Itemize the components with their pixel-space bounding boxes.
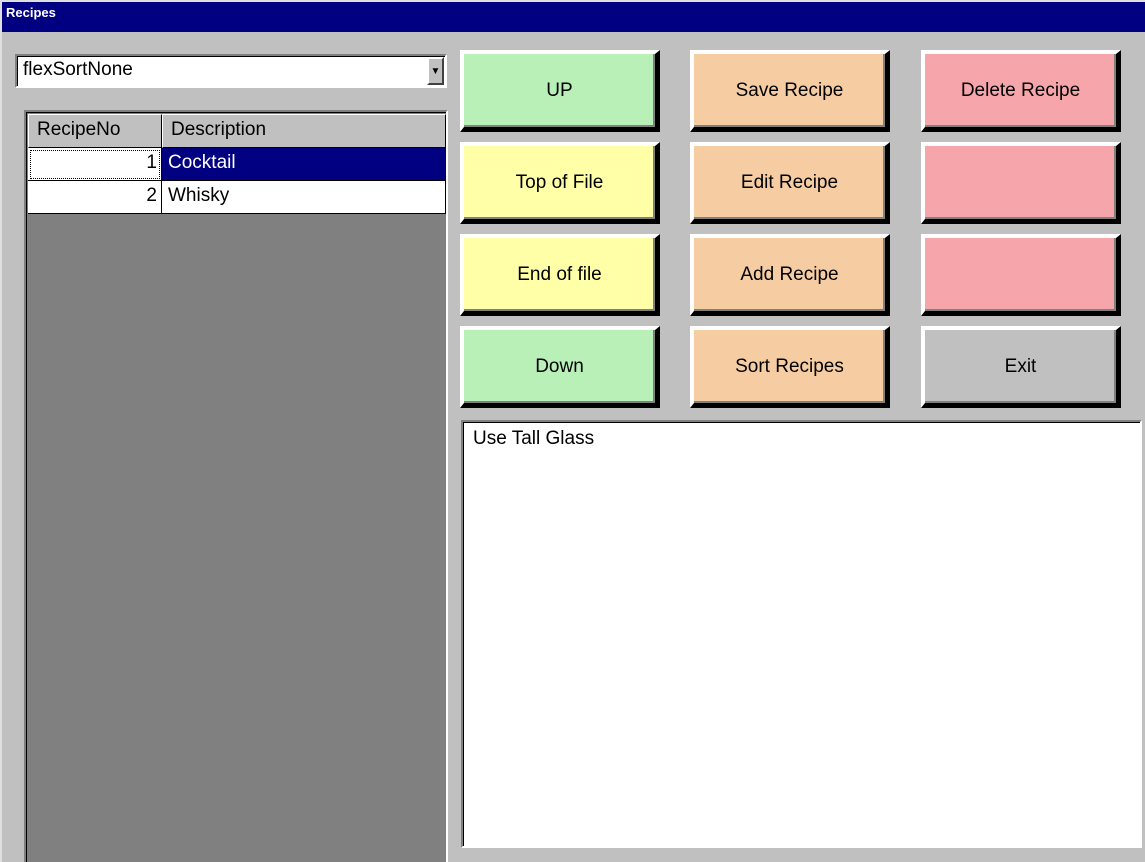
- cell-recipeno[interactable]: 2: [28, 181, 162, 214]
- cell-recipeno[interactable]: 1: [28, 148, 162, 181]
- sort-recipes-button[interactable]: Sort Recipes: [690, 326, 890, 408]
- chevron-down-icon: ▼: [430, 65, 441, 77]
- grid-header: RecipeNo Description: [28, 114, 446, 148]
- sort-combobox-value: flexSortNone: [23, 59, 133, 80]
- cell-description[interactable]: Whisky: [162, 181, 446, 214]
- cell-description[interactable]: Cocktail: [162, 148, 446, 181]
- up-button[interactable]: UP: [460, 50, 660, 132]
- top-of-file-button[interactable]: Top of File: [460, 142, 660, 224]
- recipes-window: Recipes flexSortNone ▼ RecipeNo Descript…: [0, 0, 1145, 862]
- edit-recipe-button[interactable]: Edit Recipe: [690, 142, 890, 224]
- table-row[interactable]: 1 Cocktail: [28, 148, 446, 181]
- down-button[interactable]: Down: [460, 326, 660, 408]
- recipe-grid[interactable]: RecipeNo Description 1 Cocktail 2 Whisky: [24, 110, 448, 862]
- column-header-recipeno[interactable]: RecipeNo: [28, 114, 162, 148]
- delete-recipe-button[interactable]: Delete Recipe: [921, 50, 1121, 132]
- blank-button-2[interactable]: [921, 234, 1121, 316]
- blank-button-1[interactable]: [921, 142, 1121, 224]
- table-row[interactable]: 2 Whisky: [28, 181, 446, 214]
- combo-dropdown-button[interactable]: ▼: [427, 57, 444, 85]
- window-title: Recipes: [2, 2, 1145, 32]
- add-recipe-button[interactable]: Add Recipe: [690, 234, 890, 316]
- exit-button[interactable]: Exit: [921, 326, 1121, 408]
- column-header-description[interactable]: Description: [162, 114, 446, 148]
- recipe-notes-textarea[interactable]: Use Tall Glass: [461, 420, 1142, 848]
- end-of-file-button[interactable]: End of file: [460, 234, 660, 316]
- sort-combobox[interactable]: flexSortNone ▼: [15, 54, 447, 88]
- save-recipe-button[interactable]: Save Recipe: [690, 50, 890, 132]
